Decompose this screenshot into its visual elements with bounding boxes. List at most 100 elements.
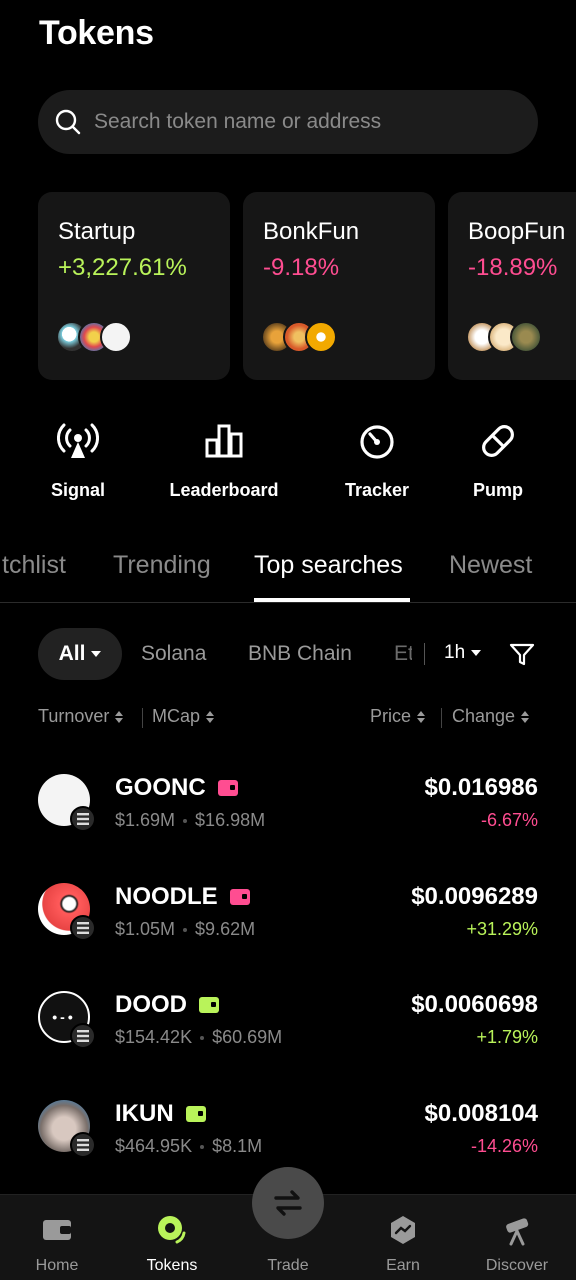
token-row-dood[interactable]: •-• DOOD $154.42K $60.69M $0.0060698 +1.…: [0, 977, 576, 1077]
sort-arrows-icon: [417, 710, 426, 723]
chain-chip-bnb[interactable]: BNB Chain: [248, 642, 352, 666]
token-row-noodle[interactable]: NOODLE $1.05M $9.62M $0.0096289 +31.29%: [0, 869, 576, 969]
category-avatars: [261, 321, 337, 355]
sort-label: Change: [452, 706, 516, 726]
category-change: +3,227.61%: [58, 254, 187, 281]
separator-dot: [183, 927, 188, 932]
nav-label: Tokens: [146, 1257, 198, 1274]
tab-top-searches[interactable]: Top searches: [254, 551, 403, 580]
tab-watchlist[interactable]: tchlist: [2, 551, 66, 580]
separator-dot: [183, 818, 188, 823]
sort-turnover[interactable]: Turnover: [38, 706, 124, 727]
quick-action-pump[interactable]: Pump: [433, 420, 563, 501]
token-turnover: $1.05M: [115, 919, 176, 939]
token-price: $0.0060698: [411, 991, 538, 1018]
quick-action-label: Signal: [50, 480, 105, 500]
divider: [441, 708, 442, 728]
category-card-bonkfun[interactable]: BonkFun -9.18%: [243, 192, 435, 380]
sort-arrows-icon: [206, 710, 215, 723]
sort-label: MCap: [152, 706, 201, 726]
separator-dot: [200, 1035, 205, 1040]
token-meta: $1.69M $16.98M: [115, 810, 265, 831]
token-mcap: $16.98M: [195, 810, 266, 830]
sort-label: Price: [370, 706, 412, 726]
token-turnover: $464.95K: [115, 1136, 193, 1156]
earn-icon: [391, 1216, 415, 1244]
token-turnover: $1.69M: [115, 810, 176, 830]
token-avatar: [510, 321, 542, 353]
tokens-icon: [158, 1216, 186, 1244]
category-change: -18.89%: [468, 254, 558, 281]
token-symbol: GOONC: [115, 774, 206, 801]
token-price: $0.008104: [424, 1100, 538, 1127]
search-input[interactable]: [94, 110, 514, 134]
quick-action-signal[interactable]: Signal: [13, 420, 143, 501]
sort-change[interactable]: Change: [452, 706, 530, 727]
category-name: Startup: [58, 218, 136, 245]
interval-selector[interactable]: 1h: [444, 642, 482, 664]
category-card-boopfun[interactable]: BoopFun -18.89%: [448, 192, 576, 380]
token-mcap: $9.62M: [195, 919, 256, 939]
telescope-icon: [506, 1218, 529, 1246]
category-change: -9.18%: [263, 254, 340, 281]
sort-arrows-icon: [521, 710, 530, 723]
page-title: Tokens: [39, 14, 154, 52]
wallet-icon: [217, 780, 238, 796]
token-row-goonc[interactable]: GOONC $1.69M $16.98M $0.016986 -6.67%: [0, 760, 576, 860]
sort-header: Turnover MCap Price Change: [38, 706, 538, 730]
tracker-icon: [360, 425, 394, 459]
quick-action-leaderboard[interactable]: Leaderboard: [159, 420, 289, 501]
solana-icon: [70, 806, 96, 832]
token-avatar: [305, 321, 337, 353]
token-mcap: $8.1M: [212, 1136, 263, 1156]
signal-icon: [57, 423, 99, 458]
nav-label: Home: [35, 1257, 79, 1274]
interval-label: 1h: [444, 642, 466, 663]
nav-label: Earn: [386, 1257, 420, 1274]
search-bar[interactable]: [38, 90, 538, 154]
token-symbol: NOODLE: [115, 883, 218, 910]
divider: [142, 708, 143, 728]
solana-icon: [70, 1132, 96, 1158]
quick-action-label: Pump: [472, 480, 523, 500]
tab-newest[interactable]: Newest: [449, 551, 532, 580]
leaderboard-icon: [205, 424, 243, 458]
chevron-down-icon: [91, 651, 102, 657]
category-avatars: [56, 321, 132, 355]
category-card-startup[interactable]: Startup +3,227.61%: [38, 192, 230, 380]
token-meta: $1.05M $9.62M: [115, 919, 255, 940]
active-tab-indicator: [254, 598, 410, 602]
solana-icon: [70, 915, 96, 941]
chain-chip-label: All: [58, 642, 86, 665]
quick-action-tracker[interactable]: Tracker: [312, 420, 442, 501]
nav-home[interactable]: Home: [2, 1213, 112, 1275]
tab-trending[interactable]: Trending: [113, 551, 211, 580]
nav-discover[interactable]: Discover: [462, 1213, 572, 1275]
wallet-icon: [199, 997, 219, 1013]
quick-action-label: Tracker: [344, 480, 410, 500]
token-symbol-group: NOODLE: [115, 883, 250, 911]
wallet-icon: [185, 1106, 206, 1122]
chain-chip-all[interactable]: All: [38, 628, 122, 680]
chain-filter: All Solana BNB Chain Et 1h: [38, 628, 576, 682]
filter-icon[interactable]: [508, 640, 536, 668]
nav-label: Trade: [267, 1257, 309, 1274]
token-symbol-group: DOOD: [115, 991, 219, 1019]
sort-arrows-icon: [115, 710, 124, 723]
sort-label: Turnover: [38, 706, 110, 726]
token-symbol: DOOD: [115, 991, 187, 1018]
token-change: +1.79%: [476, 1027, 538, 1047]
sort-mcap[interactable]: MCap: [152, 706, 215, 727]
nav-tokens[interactable]: Tokens: [117, 1213, 227, 1275]
chain-chip-ethereum[interactable]: Et: [394, 642, 412, 666]
token-change: -14.26%: [470, 1136, 538, 1156]
sort-price[interactable]: Price: [370, 706, 426, 727]
chain-chip-solana[interactable]: Solana: [141, 642, 206, 666]
trade-button[interactable]: [252, 1167, 324, 1239]
nav-earn[interactable]: Earn: [348, 1213, 458, 1275]
token-mcap: $60.69M: [212, 1027, 283, 1047]
token-symbol-group: GOONC: [115, 774, 238, 802]
category-avatars: [466, 321, 542, 355]
solana-icon: [70, 1023, 96, 1049]
separator-dot: [200, 1144, 205, 1149]
